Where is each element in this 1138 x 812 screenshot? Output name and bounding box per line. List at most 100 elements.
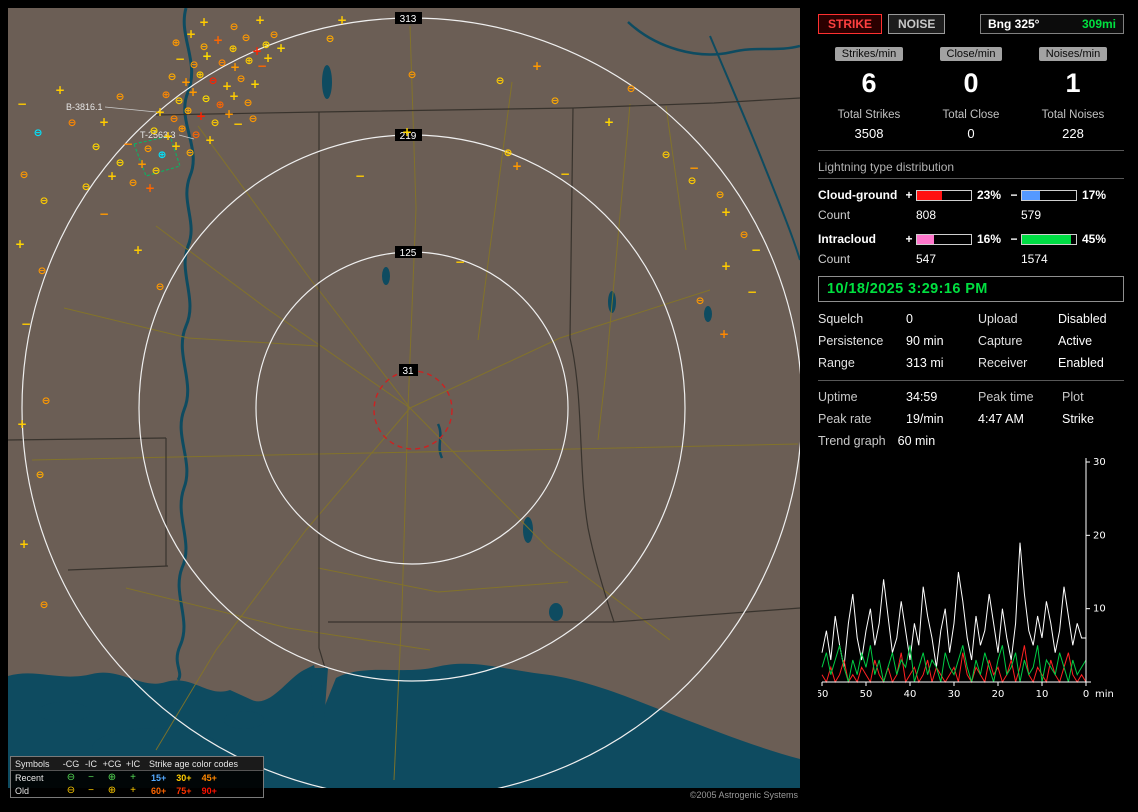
strike-symbol: ⊕ bbox=[229, 43, 238, 55]
legend-col-neg-ic: -IC bbox=[85, 758, 97, 769]
strike-symbol: ⊖ bbox=[40, 195, 49, 207]
strike-symbol: ⊖ bbox=[186, 147, 195, 159]
age-code: 30+ bbox=[176, 772, 192, 783]
strike-symbol: + bbox=[721, 259, 731, 273]
minus-sign: − bbox=[1010, 188, 1018, 202]
ic-minus-percent: 45% bbox=[1082, 232, 1107, 246]
strike-symbol: ⊖ bbox=[42, 395, 51, 407]
strike-symbol: ⊖ bbox=[68, 117, 77, 129]
trend-graph-window: 60 min bbox=[897, 434, 936, 448]
strike-symbol: ⊖ bbox=[144, 143, 153, 155]
strike-symbol: − bbox=[99, 207, 109, 221]
strike-symbol: ⊖ bbox=[211, 117, 220, 129]
plus-sign: + bbox=[905, 188, 913, 202]
axis-tick-label: 30 bbox=[1093, 457, 1106, 468]
strike-symbol: ⊖ bbox=[688, 175, 697, 187]
app-window: 313 219 125 31 B-3816.1 T-2563.3 ⊕ + ⊖ +… bbox=[0, 0, 1138, 812]
cg-plus-bar bbox=[916, 189, 972, 201]
strike-symbol: − bbox=[21, 317, 31, 331]
strike-symbol: + bbox=[188, 85, 198, 99]
noise-mode-button[interactable]: NOISE bbox=[888, 14, 946, 34]
recent-pos-ic-icon: + bbox=[130, 772, 136, 783]
strike-symbol: + bbox=[252, 44, 262, 58]
strike-symbol: ⊖ bbox=[116, 91, 125, 103]
strike-symbol: + bbox=[145, 181, 155, 195]
total-noises-label: Total Noises bbox=[1041, 109, 1105, 121]
strike-symbol: ⊖ bbox=[175, 95, 184, 107]
legend-old-label: Old bbox=[15, 785, 30, 796]
bearing-label: Bng 325° bbox=[988, 17, 1040, 31]
strike-symbol: ⊕ bbox=[178, 123, 187, 135]
noises-per-min-badge: Noises/min bbox=[1038, 47, 1108, 61]
range-value: 313 mi bbox=[906, 356, 944, 370]
age-code: 45+ bbox=[201, 772, 217, 783]
cloud-ground-label: Cloud-ground bbox=[818, 188, 898, 202]
radar-map-area[interactable]: 313 219 125 31 B-3816.1 T-2563.3 ⊕ + ⊖ +… bbox=[8, 8, 800, 804]
bearing-distance: 309mi bbox=[1081, 17, 1116, 31]
plot-value: Strike bbox=[1062, 412, 1094, 426]
radar-map[interactable]: 313 219 125 31 B-3816.1 T-2563.3 ⊕+⊖ +⊕⊖… bbox=[8, 8, 800, 788]
strike-symbol: − bbox=[355, 169, 365, 183]
strike-symbol: − bbox=[751, 243, 761, 257]
total-strikes-label: Total Strikes bbox=[837, 109, 901, 121]
strike-symbol: + bbox=[171, 139, 181, 153]
ic-minus-bar bbox=[1021, 233, 1077, 245]
strike-symbol: ⊖ bbox=[38, 265, 47, 277]
count-label: Count bbox=[818, 252, 851, 266]
strike-symbol: − bbox=[747, 285, 757, 299]
strike-mode-button[interactable]: STRIKE bbox=[818, 14, 883, 34]
old-neg-ic-icon: − bbox=[88, 785, 94, 796]
strike-symbol: + bbox=[137, 157, 147, 171]
strike-symbol: ⊕ bbox=[162, 89, 171, 101]
peak-time-label: Peak time bbox=[978, 390, 1034, 404]
strike-symbol: + bbox=[133, 243, 143, 257]
ring-label-125: 125 bbox=[400, 248, 417, 259]
strike-symbol: + bbox=[337, 13, 347, 27]
trend-graph-header: Trend graph 60 min bbox=[818, 434, 1124, 448]
close-rate-column: Close/min 0 Total Close 0 bbox=[920, 46, 1022, 141]
strike-symbol: + bbox=[202, 49, 212, 63]
strike-symbol: + bbox=[17, 417, 27, 431]
strike-symbol: + bbox=[19, 537, 29, 551]
strike-symbol: ⊖ bbox=[152, 165, 161, 177]
age-code: 90+ bbox=[201, 785, 217, 796]
range-ring-label: 125 bbox=[395, 246, 422, 259]
axis-tick-label: 50 bbox=[860, 689, 873, 700]
strike-symbol: ⊖ bbox=[696, 295, 705, 307]
strike-symbol: ⊖ bbox=[209, 75, 218, 87]
cg-minus-percent: 17% bbox=[1082, 188, 1107, 202]
strike-symbol: + bbox=[205, 133, 215, 147]
strike-symbol: + bbox=[276, 41, 286, 55]
squelch-value: 0 bbox=[906, 312, 913, 326]
copyright-text: ©2005 Astrogenic Systems bbox=[689, 790, 798, 800]
axis-tick-label: 10 bbox=[1093, 604, 1106, 615]
bearing-display: Bng 325° 309mi bbox=[980, 14, 1124, 34]
strike-symbol: + bbox=[99, 115, 109, 129]
old-neg-cg-icon: ⊖ bbox=[66, 785, 76, 796]
age-code: 75+ bbox=[176, 785, 192, 796]
legend-old-row: Old ⊖ − ⊕ + 60+ 75+ 90+ bbox=[11, 784, 263, 797]
strike-symbol: ⊖ bbox=[242, 32, 251, 44]
strike-symbol: − bbox=[123, 137, 133, 151]
old-pos-ic-icon: + bbox=[130, 785, 136, 796]
upload-status: Disabled bbox=[1058, 312, 1107, 326]
peak-time-value: 4:47 AM bbox=[978, 412, 1024, 426]
strike-symbol: ⊖ bbox=[168, 71, 177, 83]
strike-symbol: ⊖ bbox=[192, 129, 201, 141]
legend-col-pos-cg: +CG bbox=[102, 758, 122, 769]
recent-neg-ic-icon: − bbox=[88, 772, 94, 783]
cg-plus-count: 808 bbox=[916, 208, 937, 222]
strike-symbol: + bbox=[512, 159, 522, 173]
ic-plus-count: 547 bbox=[916, 252, 937, 266]
cg-minus-count: 579 bbox=[1021, 208, 1042, 222]
strike-symbol: + bbox=[604, 115, 614, 129]
ring-label-313: 313 bbox=[400, 14, 417, 25]
strike-symbol: ⊖ bbox=[740, 229, 749, 241]
strikes-rate-column: Strikes/min 6 Total Strikes 3508 bbox=[818, 46, 920, 141]
strike-symbol: ⊖ bbox=[82, 181, 91, 193]
strike-symbol: ⊖ bbox=[496, 75, 505, 87]
persistence-label: Persistence bbox=[818, 334, 884, 348]
capture-label: Capture bbox=[978, 334, 1023, 348]
close-per-min-value: 0 bbox=[963, 68, 979, 98]
strike-symbol: + bbox=[196, 109, 206, 123]
